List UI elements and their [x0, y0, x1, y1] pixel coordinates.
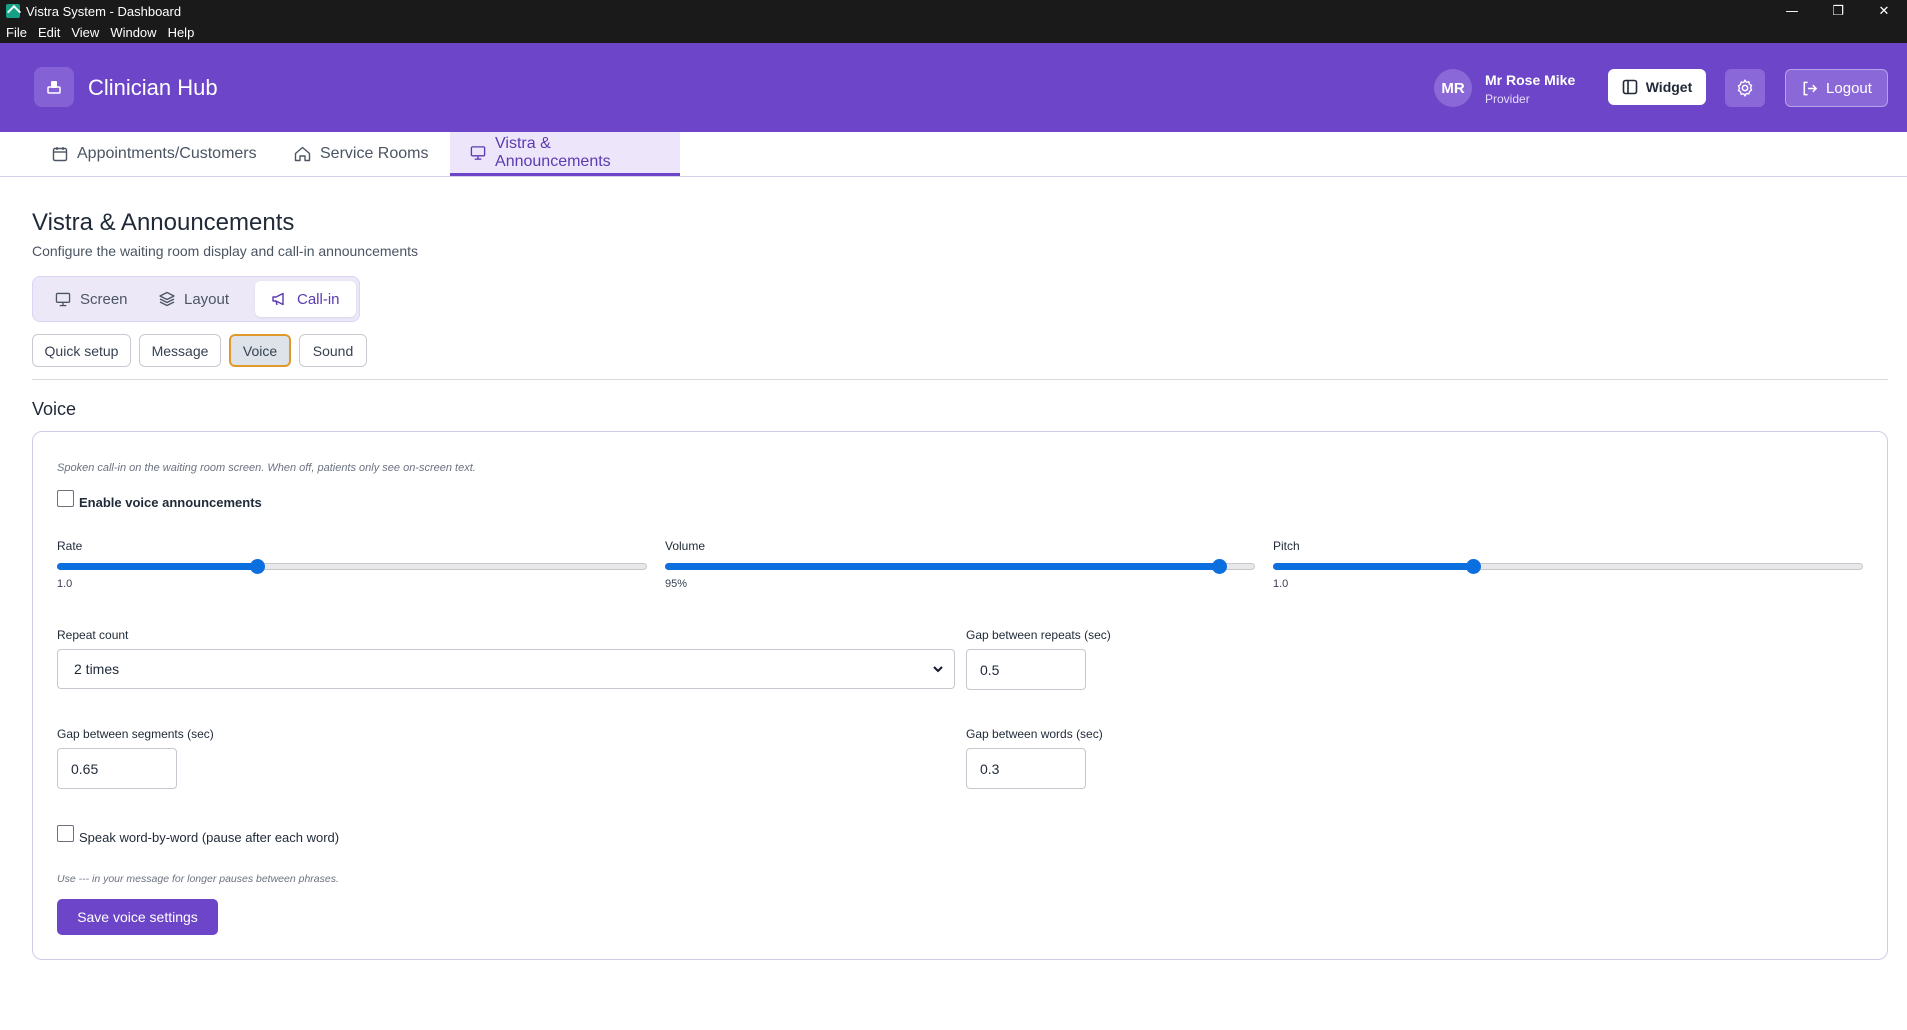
menu-file[interactable]: File: [6, 25, 27, 40]
tab-service-rooms[interactable]: Service Rooms: [274, 132, 448, 176]
volume-value: 95%: [665, 578, 688, 590]
widget-button-label: Widget: [1645, 79, 1693, 95]
tab-screen[interactable]: Screen: [39, 281, 144, 317]
rate-slider[interactable]: [57, 559, 647, 574]
menu-edit[interactable]: Edit: [38, 25, 60, 40]
repeat-count-label: Repeat count: [57, 628, 129, 642]
gap-words-label: Gap between words (sec): [966, 727, 1103, 741]
volume-slider-fill: [665, 563, 1218, 570]
pitch-slider-fill: [1273, 563, 1472, 570]
subtab-voice[interactable]: Voice: [229, 334, 291, 367]
calendar-icon: [52, 147, 68, 162]
brand-title: Clinician Hub: [88, 75, 218, 100]
enable-voice-checkbox[interactable]: [57, 490, 74, 507]
tab-call-in[interactable]: Call-in: [255, 281, 356, 317]
pitch-slider-thumb[interactable]: [1465, 559, 1481, 574]
window-title-row: Vistra System - Dashboard — ❐ ✕: [0, 0, 1907, 22]
user-role: Provider: [1485, 92, 1530, 106]
pitch-label: Pitch: [1273, 539, 1300, 553]
logout-button-label: Logout: [1826, 79, 1872, 97]
repeat-count-select[interactable]: 2 times: [57, 649, 955, 689]
logout-icon: [1803, 81, 1818, 95]
voice-hint: Spoken call-in on the waiting room scree…: [57, 462, 476, 474]
tab-layout-label: Layout: [184, 290, 230, 308]
tab-layout[interactable]: Layout: [143, 281, 245, 317]
tab-appointments[interactable]: Appointments/Customers: [32, 132, 277, 176]
os-title-bar: Vistra System - Dashboard — ❐ ✕ File Edi…: [0, 0, 1907, 43]
chevron-down-icon: [933, 666, 943, 673]
close-icon[interactable]: ✕: [1861, 0, 1907, 22]
word-by-word-label: Speak word-by-word (pause after each wor…: [79, 830, 340, 845]
home-icon: [294, 146, 311, 162]
volume-label: Volume: [665, 539, 706, 553]
volume-slider-thumb[interactable]: [1211, 559, 1227, 574]
tab-vistra-label: Vistra & Announcements: [495, 134, 611, 170]
gear-icon: [1737, 79, 1753, 97]
rate-label: Rate: [57, 539, 83, 553]
pause-hint: Use --- in your message for longer pause…: [57, 873, 339, 885]
tab-call-in-label: Call-in: [297, 290, 340, 308]
subtab-sound[interactable]: Sound: [299, 334, 367, 367]
main-tab-bar: Appointments/Customers Service Rooms Vis…: [0, 132, 1907, 177]
menu-window[interactable]: Window: [110, 25, 156, 40]
tab-vistra-announcements[interactable]: Vistra & Announcements: [450, 132, 680, 176]
pitch-slider[interactable]: [1273, 559, 1863, 574]
settings-button[interactable]: [1725, 69, 1765, 107]
save-voice-settings-button[interactable]: Save voice settings: [57, 899, 218, 935]
segment-tab-group: Screen Layout Call-in: [32, 276, 360, 322]
section-divider: [32, 379, 1888, 380]
megaphone-icon: [272, 292, 284, 306]
monitor-icon: [470, 145, 486, 160]
gap-segments-label: Gap between segments (sec): [57, 727, 214, 741]
section-title-voice: Voice: [32, 399, 77, 419]
logout-button[interactable]: Logout: [1785, 69, 1888, 107]
tray-icon: [47, 81, 61, 94]
window-controls: — ❐ ✕: [1769, 0, 1907, 22]
restore-icon[interactable]: ❐: [1815, 0, 1861, 22]
panel-icon: [1622, 79, 1638, 95]
gap-words-input[interactable]: 0.3: [966, 748, 1086, 789]
word-by-word-checkbox[interactable]: [57, 825, 74, 842]
subtab-quick-setup[interactable]: Quick setup: [32, 334, 131, 367]
app-logo-icon: [6, 4, 20, 18]
volume-slider[interactable]: [665, 559, 1255, 574]
menu-view[interactable]: View: [71, 25, 99, 40]
gap-segments-input[interactable]: 0.65: [57, 748, 177, 789]
gap-repeats-label: Gap between repeats (sec): [966, 628, 1111, 642]
subtab-message[interactable]: Message: [139, 334, 221, 367]
rate-value: 1.0: [57, 578, 73, 590]
tab-screen-label: Screen: [80, 290, 128, 308]
page-subtitle: Configure the waiting room display and c…: [32, 243, 418, 259]
gap-repeats-input[interactable]: 0.5: [966, 649, 1086, 690]
page-title: Vistra & Announcements: [32, 209, 295, 236]
app-header: Clinician Hub MR Mr Rose Mike Provider W…: [0, 43, 1907, 132]
brand-icon: [34, 67, 74, 107]
window-title: Vistra System - Dashboard: [26, 3, 182, 19]
tab-service-rooms-label: Service Rooms: [320, 145, 429, 162]
user-name: Mr Rose Mike: [1485, 72, 1576, 88]
menu-help[interactable]: Help: [168, 25, 195, 40]
layers-icon: [159, 291, 175, 307]
enable-voice-label: Enable voice announcements: [79, 495, 262, 510]
widget-button[interactable]: Widget: [1608, 69, 1706, 105]
menu-bar: File Edit View Window Help: [0, 22, 205, 43]
pitch-value: 1.0: [1273, 578, 1289, 590]
voice-settings-card: Spoken call-in on the waiting room scree…: [32, 431, 1888, 960]
avatar[interactable]: MR: [1434, 69, 1472, 107]
rate-slider-thumb[interactable]: [249, 559, 265, 574]
tab-appointments-label: Appointments/Customers: [77, 145, 257, 162]
rate-slider-fill: [57, 563, 256, 570]
monitor-icon: [55, 292, 71, 306]
minimize-icon[interactable]: —: [1769, 0, 1815, 22]
repeat-count-value: 2 times: [74, 661, 120, 677]
